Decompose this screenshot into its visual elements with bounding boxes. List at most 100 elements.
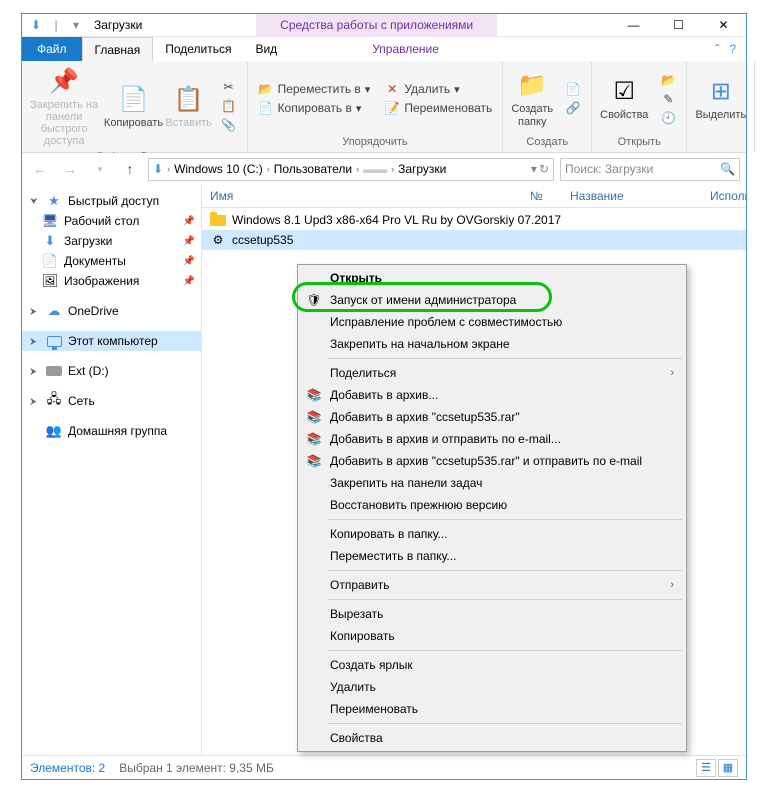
qat-separator: | [48, 17, 64, 33]
pin-icon: 📌 [183, 256, 195, 267]
nav-pictures[interactable]: 🖼Изображения📌 [22, 271, 201, 291]
ctx-copy[interactable]: Копировать [300, 625, 684, 647]
location-icon: ⬇ [153, 162, 163, 176]
breadcrumb[interactable]: ⬇ › Windows 10 (C:)› Пользователи› ▬▬› З… [148, 158, 554, 181]
contextual-tab-label: Средства работы с приложениями [256, 14, 497, 37]
minimize-button[interactable]: — [611, 14, 656, 36]
ctx-send-to[interactable]: Отправить› [300, 574, 684, 596]
recent-button[interactable]: ▾ [88, 157, 112, 181]
search-input[interactable]: Поиск: Загрузки 🔍 [560, 158, 740, 181]
tab-view[interactable]: Вид [243, 37, 289, 61]
edit-button[interactable]: ✎ [656, 90, 680, 108]
easy-access-button[interactable]: 🔗 [561, 99, 585, 117]
pin-icon: 📌 [183, 276, 195, 287]
new-folder-button[interactable]: 📁Создать папку [507, 67, 557, 129]
explorer-window: ⬇ | ▾ Загрузки Средства работы с приложе… [21, 13, 747, 780]
nav-desktop[interactable]: 🖥Рабочий стол📌 [22, 211, 201, 231]
ctx-pin-task[interactable]: Закрепить на панели задач [300, 472, 684, 494]
nav-onedrive[interactable]: ⮞☁OneDrive [22, 301, 201, 321]
folder-icon [210, 212, 226, 228]
ctx-add-email[interactable]: 📚Добавить в архив и отправить по e-mail.… [300, 428, 684, 450]
help-icon[interactable]: ? [729, 42, 736, 56]
ctx-properties[interactable]: Свойства [300, 727, 684, 749]
col-number[interactable]: № [530, 189, 570, 203]
ctx-open[interactable]: Открыть [300, 267, 684, 289]
archive-icon: 📚 [306, 453, 322, 469]
delete-button[interactable]: ✕Удалить ▾ [380, 80, 496, 98]
file-row[interactable]: ⚙ ccsetup535 [202, 230, 746, 250]
history-button[interactable]: 🕘 [656, 109, 680, 127]
refresh-icon[interactable]: ↻ [539, 162, 549, 176]
crumb-root[interactable]: Windows 10 (C:) [174, 162, 263, 176]
column-headers[interactable]: Имя № Название Исполнит [202, 185, 746, 208]
maximize-button[interactable]: ☐ [656, 14, 701, 36]
nav-ext-drive[interactable]: ⮞Ext (D:) [22, 361, 201, 381]
tab-share[interactable]: Поделиться [153, 37, 243, 61]
back-button[interactable]: ← [28, 157, 52, 181]
ribbon-tabs: Файл Главная Поделиться Вид Управление ˆ… [22, 37, 746, 61]
open-button[interactable]: 📂 [656, 71, 680, 89]
up-button[interactable]: ↑ [118, 157, 142, 181]
copy-path-small-button[interactable]: 📋 [217, 97, 241, 115]
col-name[interactable]: Имя [210, 189, 530, 203]
crumb-user[interactable]: ▬▬ [363, 162, 387, 176]
ctx-add-rar[interactable]: 📚Добавить в архив "ccsetup535.rar" [300, 406, 684, 428]
ctx-compat[interactable]: Исправление проблем с совместимостью [300, 311, 684, 333]
col-title[interactable]: Название [570, 189, 710, 203]
nav-downloads[interactable]: ⬇Загрузки📌 [22, 231, 201, 251]
view-icons-button[interactable]: ▦ [718, 759, 738, 777]
ribbon-collapse-icon[interactable]: ˆ [715, 42, 719, 56]
ctx-move-folder[interactable]: Переместить в папку... [300, 545, 684, 567]
copy-button[interactable]: 📄Копировать [104, 81, 163, 131]
ctx-add-rar-email[interactable]: 📚Добавить в архив "ccsetup535.rar" и отп… [300, 450, 684, 472]
chevron-right-icon: › [670, 367, 674, 379]
select-button[interactable]: ⊞Выделить [691, 73, 750, 123]
ctx-rename[interactable]: Переименовать [300, 698, 684, 720]
nav-quick-access[interactable]: ⮟★Быстрый доступ [22, 191, 201, 211]
tab-home[interactable]: Главная [82, 37, 154, 61]
paste-button[interactable]: 📋Вставить [165, 81, 213, 131]
nav-this-pc[interactable]: ⮞Этот компьютер [22, 331, 201, 351]
ctx-restore[interactable]: Восстановить прежнюю версию [300, 494, 684, 516]
ctx-shortcut[interactable]: Создать ярлык [300, 654, 684, 676]
new-item-button[interactable]: 📄 [561, 80, 585, 98]
copy-to-button[interactable]: 📄Копировать в ▾ [254, 99, 375, 117]
nav-documents[interactable]: 📄Документы📌 [22, 251, 201, 271]
ctx-delete[interactable]: Удалить [300, 676, 684, 698]
pin-quick-access-button[interactable]: 📌Закрепить на панели быстрого доступа [26, 63, 102, 149]
address-bar: ← → ▾ ↑ ⬇ › Windows 10 (C:)› Пользовател… [22, 153, 746, 185]
status-bar: Элементов: 2 Выбран 1 элемент: 9,35 МБ ☰… [22, 755, 746, 779]
col-artists[interactable]: Исполнит [710, 189, 746, 203]
history-drop-icon[interactable]: ▾ [531, 162, 537, 176]
crumb-downloads[interactable]: Загрузки [398, 162, 446, 176]
tab-file[interactable]: Файл [22, 37, 82, 61]
ctx-share[interactable]: Поделиться› [300, 362, 684, 384]
new-group-label: Создать [507, 134, 587, 150]
ctx-run-as-admin[interactable]: 🛡Запуск от имени администратора [300, 289, 684, 311]
close-button[interactable]: ✕ [701, 14, 746, 36]
forward-button[interactable]: → [58, 157, 82, 181]
properties-button[interactable]: ☑Свойства [596, 73, 652, 123]
file-row[interactable]: Windows 8.1 Upd3 x86-x64 Pro VL Ru by OV… [202, 210, 746, 230]
move-to-button[interactable]: 📂Переместить в ▾ [254, 80, 375, 98]
view-details-button[interactable]: ☰ [696, 759, 716, 777]
pin-icon: 📌 [183, 236, 195, 247]
ctx-add-archive[interactable]: 📚Добавить в архив... [300, 384, 684, 406]
app-icon: ⬇ [28, 17, 44, 33]
cut-small-button[interactable]: ✂ [217, 78, 241, 96]
navigation-pane: ⮟★Быстрый доступ 🖥Рабочий стол📌 ⬇Загрузк… [22, 185, 202, 755]
tab-manage[interactable]: Управление [360, 37, 451, 61]
crumb-users[interactable]: Пользователи [274, 162, 352, 176]
nav-network[interactable]: ⮞🖧Сеть [22, 391, 201, 411]
search-placeholder: Поиск: Загрузки [565, 162, 653, 176]
ctx-copy-folder[interactable]: Копировать в папку... [300, 523, 684, 545]
file-name: Windows 8.1 Upd3 x86-x64 Pro VL Ru by OV… [232, 213, 561, 227]
paste-shortcut-small-button[interactable]: 📎 [217, 116, 241, 134]
rename-button[interactable]: 📝Переименовать [380, 99, 496, 117]
file-name: ccsetup535 [232, 233, 293, 247]
nav-homegroup[interactable]: 👥Домашняя группа [22, 421, 201, 441]
ctx-pin-start[interactable]: Закрепить на начальном экране [300, 333, 684, 355]
qat-dropdown-icon[interactable]: ▾ [68, 17, 84, 33]
ctx-cut[interactable]: Вырезать [300, 603, 684, 625]
ribbon: 📌Закрепить на панели быстрого доступа 📄К… [22, 61, 746, 153]
